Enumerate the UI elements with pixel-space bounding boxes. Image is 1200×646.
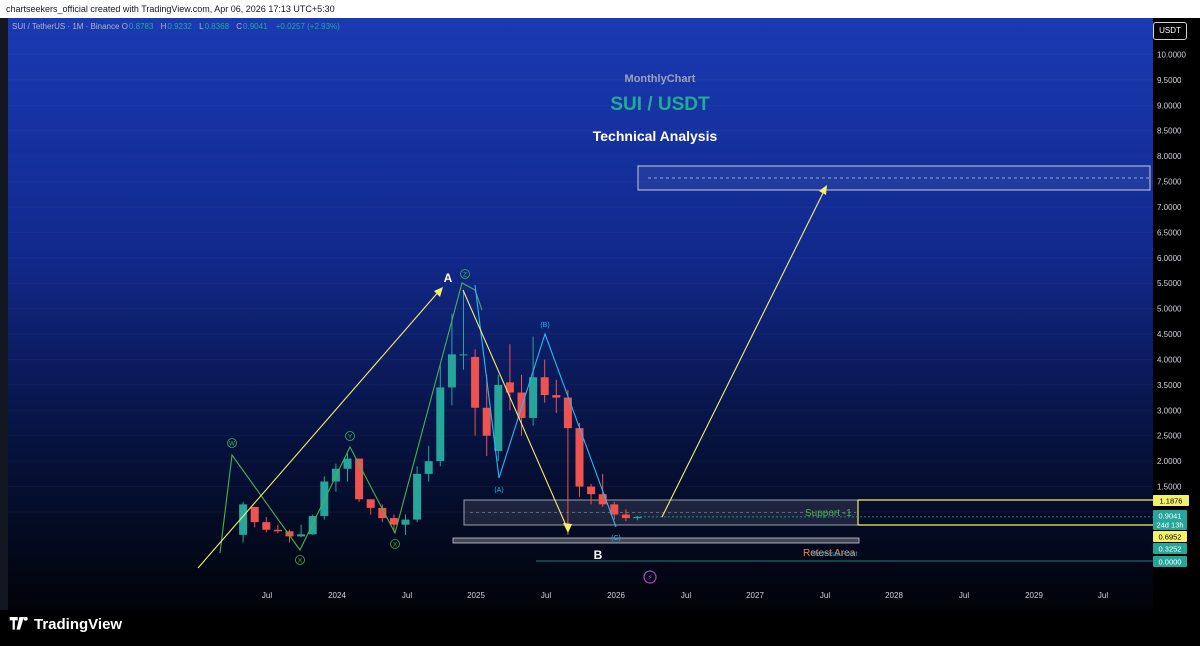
price-axis-label: 1.5000: [1157, 483, 1182, 492]
legend-low: 0.8368: [204, 22, 230, 31]
projection-up-1: [197, 289, 441, 569]
price-axis-label: 7.0000: [1157, 203, 1182, 212]
candle-body: [471, 356, 480, 408]
candle-body: [587, 486, 596, 495]
retest-price-tag: 0.3252: [1159, 545, 1182, 554]
legend-close: 0.9041: [243, 22, 268, 31]
price-axis-label: 5.0000: [1157, 305, 1182, 314]
current-price-tag: 0.9041: [1159, 512, 1182, 521]
price-axis-label: 6.0000: [1157, 254, 1182, 263]
time-axis-label: 2028: [885, 591, 903, 600]
support-low-price-tag: 0.6952: [1159, 533, 1182, 542]
legend-close-label: C: [236, 22, 243, 31]
symbol-legend: SUI / TetherUS · 1M · Binance O0.8783 H0…: [12, 22, 345, 31]
candle-body: [494, 384, 503, 451]
lightning-icon: ⚡: [647, 573, 653, 582]
wave-label: Z: [463, 272, 467, 279]
candle-body: [529, 377, 538, 418]
time-axis-label: Jul: [402, 591, 412, 600]
resistance-price-tag: 1.1876: [1160, 497, 1183, 506]
candle-body: [482, 407, 491, 436]
wave-label: X: [393, 542, 398, 549]
price-axis-label: 2.5000: [1157, 432, 1182, 441]
wave-label-blue: (A): [494, 487, 503, 494]
point-b-label: B: [594, 548, 603, 562]
candle-body: [343, 458, 352, 469]
wave-label-blue: (C): [611, 535, 621, 542]
time-axis-label: 2026: [607, 591, 625, 600]
candle-body: [610, 504, 619, 515]
candle-body: [401, 519, 410, 525]
time-axis-label: Jul: [1098, 591, 1108, 600]
support-zone: [463, 499, 859, 526]
price-axis-label: 3.5000: [1157, 381, 1182, 390]
price-axis-label: 9.5000: [1157, 76, 1182, 85]
chart-analysis-label: Technical Analysis: [592, 128, 718, 144]
price-axis-label: 4.0000: [1157, 355, 1182, 364]
time-axis-label: Jul: [820, 591, 830, 600]
arrowhead-b: [563, 523, 572, 533]
wave-label: X: [298, 558, 303, 565]
price-axis-label: 9.0000: [1157, 101, 1182, 110]
candle-body: [540, 377, 549, 396]
support-label: Support -1: [805, 508, 852, 519]
legend-open-label: O: [121, 22, 128, 31]
chart-subtitle: MonthlyChart: [624, 73, 696, 85]
currency-badge[interactable]: USDT: [1153, 22, 1187, 40]
candle-body: [366, 499, 375, 508]
wave-label: W: [229, 441, 236, 448]
time-axis-label: 2024: [328, 591, 346, 600]
candle-body: [413, 473, 422, 520]
candle-body: [273, 529, 282, 532]
legend-open: 0.8783: [128, 22, 154, 31]
legend-high: 0.9232: [167, 22, 192, 31]
candle-body: [633, 516, 642, 519]
price-axis-label: 8.5000: [1157, 127, 1182, 136]
projection-up-2: [661, 188, 826, 518]
candle-body: [517, 392, 526, 418]
retest-overlay-label: Reversal Point: [812, 551, 858, 558]
candle-body: [459, 354, 468, 356]
tradingview-brand[interactable]: TradingView: [34, 616, 122, 634]
time-axis-label: 2027: [746, 591, 764, 600]
time-axis-label: Jul: [681, 591, 691, 600]
price-axis-label: 8.0000: [1157, 152, 1182, 161]
price-axis-label: 4.5000: [1157, 330, 1182, 339]
price-axis-label: 6.5000: [1157, 228, 1182, 237]
candle-body: [621, 514, 630, 519]
price-axis-label: 3.0000: [1157, 406, 1182, 415]
countdown-tag: 24d 13h: [1156, 521, 1183, 530]
legend-symbol: SUI / TetherUS · 1M · Binance: [12, 22, 120, 31]
time-axis-label: Jul: [262, 591, 272, 600]
candle-body: [250, 506, 259, 523]
footer-bar: [0, 610, 1200, 646]
candle-body: [552, 395, 561, 398]
chart-title: SUI / USDT: [610, 94, 710, 115]
candle-body: [424, 461, 433, 474]
wave-label: Y: [348, 434, 353, 441]
time-axis-label: 2029: [1025, 591, 1043, 600]
candle-body: [297, 534, 306, 537]
legend-low-label: L: [199, 22, 204, 31]
tradingview-logo-icon[interactable]: [9, 617, 31, 633]
candle-body: [563, 397, 572, 429]
legend-change: +0.0257 (+2.93%): [275, 22, 340, 31]
point-a-label: A: [444, 271, 453, 285]
time-axis-label: 2025: [467, 591, 485, 600]
price-axis-label: 10.0000: [1157, 51, 1186, 60]
retest-zone: [452, 537, 860, 544]
price-axis-label: 7.5000: [1157, 178, 1182, 187]
candle-body: [447, 354, 456, 388]
candle-body: [262, 522, 271, 530]
zero-price-tag: 0.0000: [1159, 558, 1182, 567]
time-axis-label: Jul: [541, 591, 551, 600]
price-axis-label: 2.0000: [1157, 457, 1182, 466]
time-axis-label: Jul: [959, 591, 969, 600]
candle-body: [389, 518, 398, 525]
legend-high-label: H: [160, 22, 167, 31]
wave-label-blue: (B): [540, 322, 549, 329]
candle-body: [436, 387, 445, 462]
price-axis-label: 5.5000: [1157, 279, 1182, 288]
